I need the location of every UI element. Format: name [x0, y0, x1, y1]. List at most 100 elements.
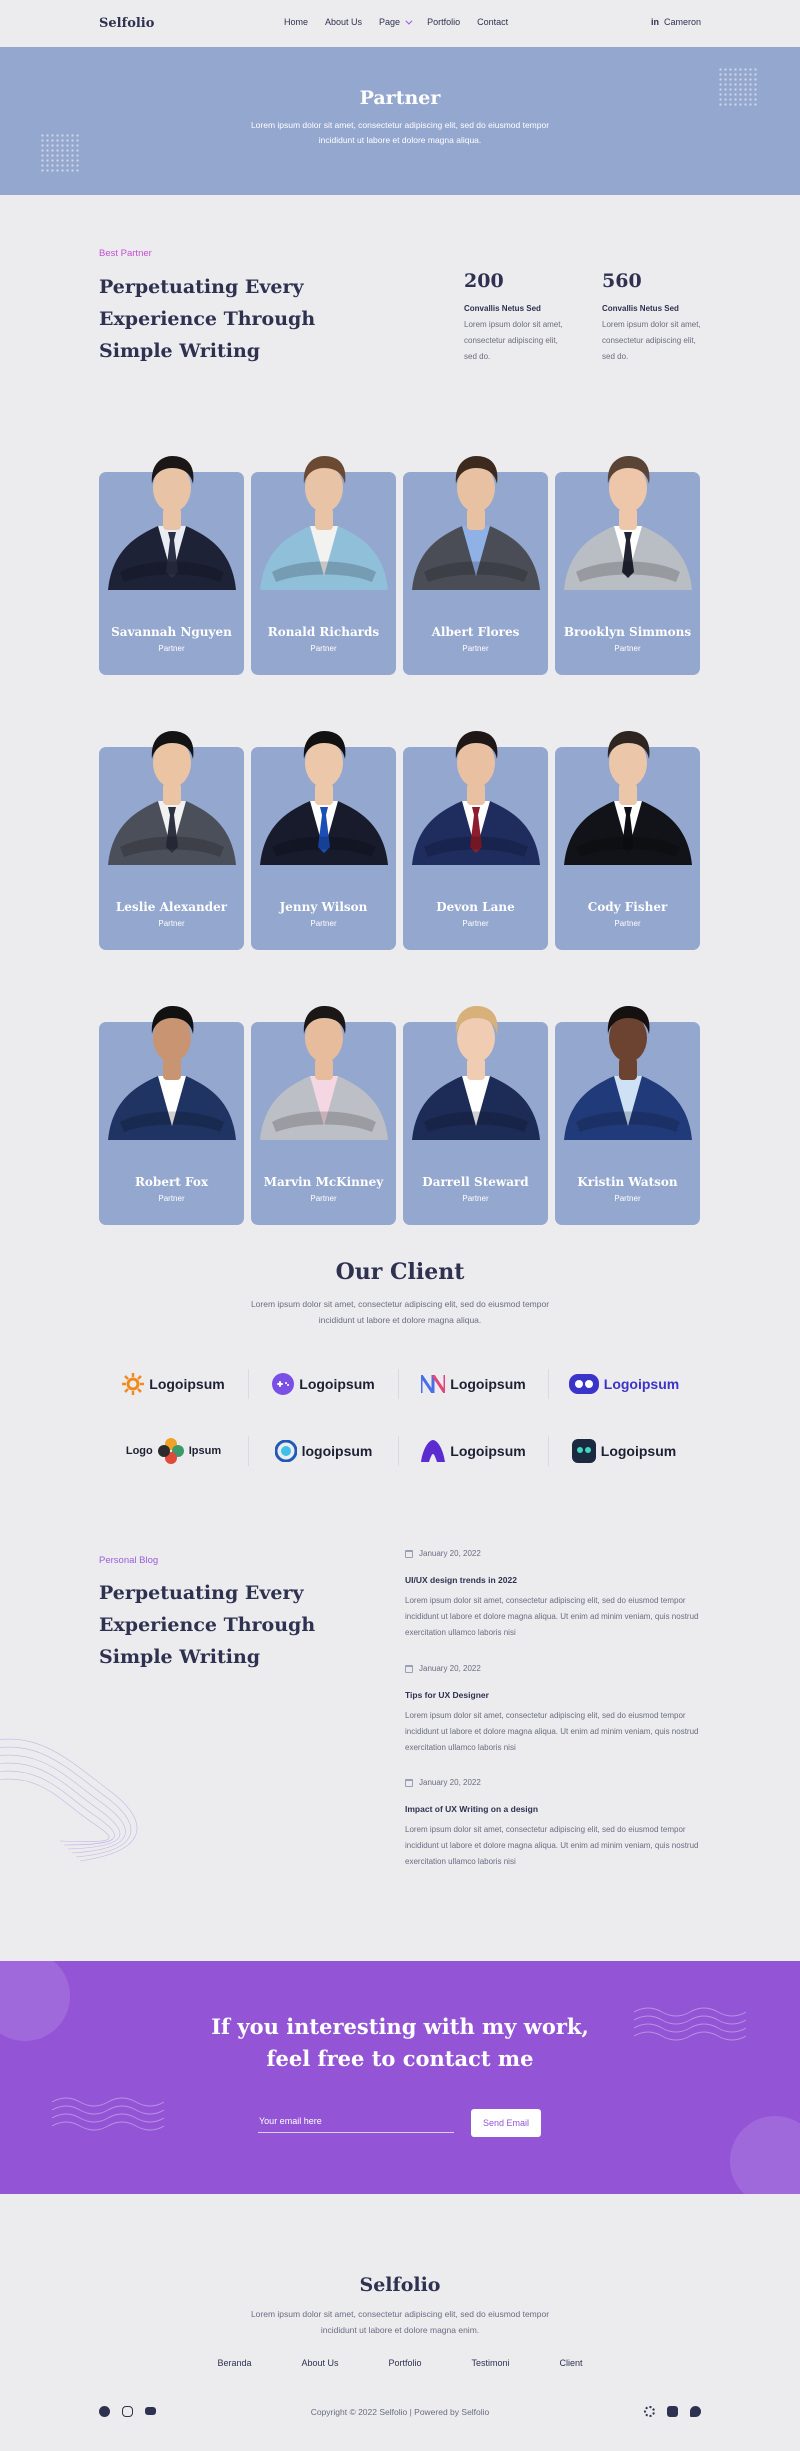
partner-photo [259, 1006, 388, 1140]
partner-role: Partner [310, 1194, 337, 1203]
partner-card[interactable]: Jenny Wilson Partner [251, 731, 396, 950]
flower-logo-icon [157, 1438, 184, 1464]
client-logo[interactable]: Logoipsum [399, 1369, 549, 1399]
partner-role: Partner [462, 919, 489, 928]
blog-post[interactable]: January 20, 2022 Impact of UX Writing on… [405, 1778, 703, 1870]
nav-contact[interactable]: Contact [477, 17, 508, 27]
send-email-button[interactable]: Send Email [471, 2109, 541, 2137]
dots-decoration [40, 133, 80, 173]
partner-name: Brooklyn Simmons [563, 625, 692, 639]
copyright: Copyright © 2022 Selfolio | Powered by S… [310, 2406, 490, 2417]
user-name: Cameron [663, 17, 701, 27]
post-title[interactable]: UI/UX design trends in 2022 [405, 1575, 703, 1585]
partner-card[interactable]: Ronald Richards Partner [251, 456, 396, 675]
partner-grid: Savannah Nguyen Partner Ronald Richards Pa… [0, 420, 800, 1256]
post-date: January 20, 2022 [419, 1778, 481, 1787]
partner-card[interactable]: Marvin McKinney Partner [251, 1006, 396, 1225]
footer-link-beranda[interactable]: Beranda [217, 2358, 251, 2368]
partner-photo [563, 1006, 692, 1140]
client-logo[interactable]: Logoipsum [99, 1369, 249, 1399]
client-logo[interactable]: Logoipsum [549, 1369, 699, 1399]
stat-label: Convallis Netus Sed [464, 304, 541, 313]
footer: Selfolio Lorem ipsum dolor sit amet, con… [0, 2194, 800, 2451]
partner-photo [107, 1006, 236, 1140]
blog-post[interactable]: January 20, 2022 Tips for UX Designer Lo… [405, 1664, 703, 1756]
section-tag: Best Partner [99, 248, 152, 259]
facebook-icon[interactable] [666, 2406, 678, 2417]
email-field[interactable] [258, 2109, 454, 2133]
stat-description: Lorem ipsum dolor sit amet, consectetur … [602, 320, 701, 361]
social-left [99, 2406, 156, 2417]
gamepad-logo-icon [272, 1373, 295, 1395]
client-logos-row: Logo Ipsum logoipsum Logoipsum Logoipsum [99, 1436, 699, 1466]
partner-name: Albert Flores [431, 625, 520, 639]
partner-name: Darrell Steward [422, 1175, 529, 1189]
post-title[interactable]: Impact of UX Writing on a design [405, 1804, 703, 1814]
footer-link-about-us[interactable]: About Us [301, 2358, 338, 2368]
partner-name: Ronald Richards [267, 625, 380, 639]
partner-card[interactable]: Leslie Alexander Partner [99, 731, 244, 950]
client-logo-text: Logoipsum [450, 1443, 526, 1459]
intro-heading: Perpetuating Every Experience Through Si… [99, 276, 316, 362]
footer-link-portfolio[interactable]: Portfolio [389, 2358, 422, 2368]
footer-brand: Selfolio [359, 2274, 441, 2296]
rounded-logo-icon [568, 1374, 599, 1394]
footer-links: Beranda About Us Portfolio Testimoni Cli… [0, 2358, 800, 2368]
wave-lines-decoration [634, 2007, 746, 2041]
partner-photo [411, 1006, 540, 1140]
partner-role: Partner [614, 919, 641, 928]
partner-card[interactable]: Devon Lane Partner [403, 731, 548, 950]
partner-card[interactable]: Robert Fox Partner [99, 1006, 244, 1225]
client-logo[interactable]: Logoipsum [249, 1369, 399, 1399]
client-logo-text: Logoipsum [299, 1376, 375, 1392]
partner-name: Robert Fox [134, 1175, 209, 1189]
nav-page[interactable]: Page [379, 17, 413, 27]
sun-logo-icon [122, 1373, 145, 1395]
page-title: Partner [359, 87, 441, 109]
twitter-icon[interactable] [689, 2406, 701, 2417]
user-link[interactable]: in Cameron [651, 17, 701, 27]
stat-number: 560 [602, 270, 642, 292]
stat-block: 560 Convallis Netus Sed Lorem ipsum dolo… [602, 270, 702, 365]
cta-line-1: If you interesting with my work, [211, 2014, 589, 2039]
partner-photo [259, 731, 388, 865]
footer-link-client[interactable]: Client [560, 2358, 583, 2368]
hero-banner: Partner Lorem ipsum dolor sit amet, cons… [0, 47, 800, 195]
post-excerpt: Lorem ipsum dolor sit amet, consectetur … [405, 1711, 699, 1752]
nav-portfolio[interactable]: Portfolio [427, 17, 460, 27]
partner-name: Savannah Nguyen [111, 625, 232, 639]
messenger-icon[interactable] [99, 2406, 110, 2417]
nav-about-us[interactable]: About Us [325, 17, 362, 27]
a-logo-icon [421, 1440, 446, 1462]
client-logo[interactable]: Logo Ipsum [99, 1436, 249, 1466]
client-section: Our Client Lorem ipsum dolor sit amet, c… [0, 1256, 800, 1531]
wave-lines-decoration [52, 2097, 164, 2131]
partner-card[interactable]: Savannah Nguyen Partner [99, 456, 244, 675]
post-excerpt: Lorem ipsum dolor sit amet, consectetur … [405, 1596, 699, 1637]
partner-card[interactable]: Brooklyn Simmons Partner [555, 456, 700, 675]
nav-home[interactable]: Home [284, 17, 308, 27]
instagram-icon[interactable] [122, 2406, 133, 2417]
post-date: January 20, 2022 [419, 1664, 481, 1673]
partner-photo [563, 456, 692, 590]
client-logo[interactable]: logoipsum [249, 1436, 399, 1466]
partner-card[interactable]: Kristin Watson Partner [555, 1006, 700, 1225]
partner-name: Jenny Wilson [279, 900, 368, 914]
partner-name: Kristin Watson [577, 1175, 678, 1189]
dots-decoration [718, 67, 758, 107]
blog-post[interactable]: January 20, 2022 UI/UX design trends in … [405, 1549, 703, 1641]
partner-card[interactable]: Darrell Steward Partner [403, 1006, 548, 1225]
youtube-icon[interactable] [145, 2407, 156, 2415]
post-title[interactable]: Tips for UX Designer [405, 1690, 703, 1700]
partner-card[interactable]: Albert Flores Partner [403, 456, 548, 675]
footer-link-testimoni[interactable]: Testimoni [472, 2358, 510, 2368]
client-logo[interactable]: Logoipsum [399, 1436, 549, 1466]
partner-photo [107, 456, 236, 590]
client-logo-text: Logoipsum [149, 1376, 225, 1392]
partner-card[interactable]: Cody Fisher Partner [555, 731, 700, 950]
brand-logo[interactable]: Selfolio [99, 16, 154, 31]
partner-role: Partner [614, 1194, 641, 1203]
client-logo[interactable]: Logoipsum [549, 1436, 699, 1466]
client-logo-text: Ipsum [188, 1445, 222, 1457]
dribbble-icon[interactable] [643, 2406, 655, 2417]
